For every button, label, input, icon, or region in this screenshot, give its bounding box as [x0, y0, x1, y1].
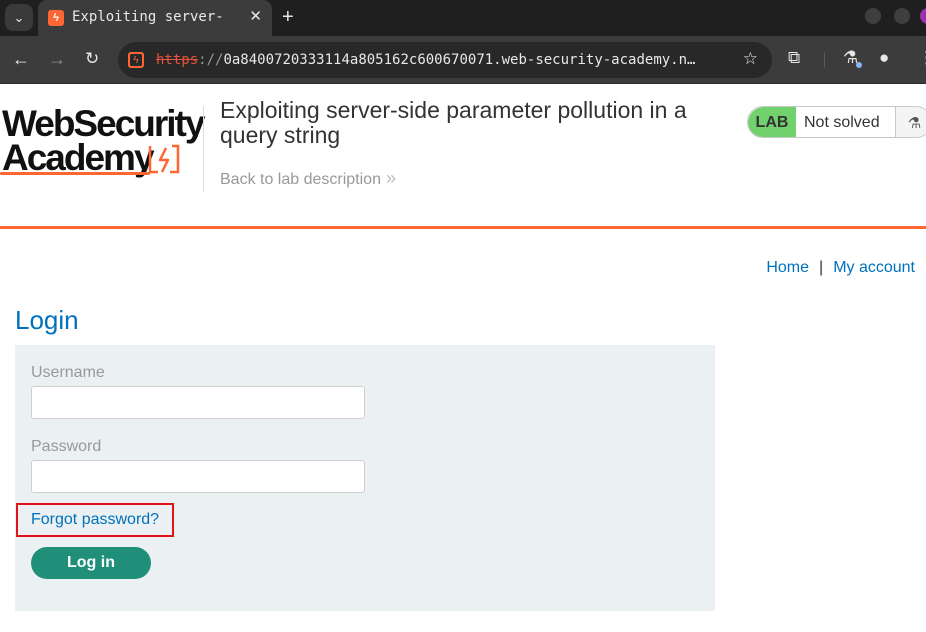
maximize-window-button[interactable]	[894, 8, 910, 24]
lab-status-text: Not solved	[804, 114, 880, 131]
url-scheme: https	[156, 52, 199, 68]
site-info-icon[interactable]: ϟ	[128, 52, 144, 68]
login-form: Username Password Forgot password? Log i…	[15, 345, 715, 611]
web-security-academy-logo[interactable]: WebSecurity Academy	[0, 104, 205, 178]
password-input[interactable]	[31, 460, 365, 493]
log-in-button[interactable]: Log in	[31, 547, 151, 579]
plus-icon[interactable]: +	[282, 5, 294, 29]
reload-icon[interactable]: ↻	[85, 49, 99, 69]
extensions-icon[interactable]: ⧉	[788, 48, 800, 68]
double-chevron-right-icon: »	[386, 168, 397, 188]
browser-tab[interactable]: ϟ Exploiting server- ✕	[38, 0, 272, 36]
star-icon[interactable]: ☆	[743, 49, 758, 69]
my-account-link[interactable]: My account	[833, 259, 915, 276]
logo-lightning-icon	[148, 144, 180, 174]
username-input[interactable]	[31, 386, 365, 419]
password-label: Password	[31, 438, 102, 455]
url-separator: ://	[198, 52, 224, 68]
address-bar[interactable]: ϟ https://0a8400720333114a805162c6006700…	[118, 42, 772, 78]
lab-title: Exploiting server-side parameter polluti…	[220, 97, 687, 148]
menu-icon[interactable]: ⋮	[918, 48, 926, 68]
header-divider	[203, 106, 204, 192]
url-text[interactable]: https://0a8400720333114a805162c600670071…	[156, 52, 732, 68]
back-arrow-icon[interactable]: ←	[12, 49, 30, 69]
close-window-button[interactable]	[920, 8, 926, 24]
nav-separator: |	[819, 259, 824, 276]
account-nav: Home | My account	[766, 259, 915, 277]
username-label: Username	[31, 364, 105, 381]
home-link[interactable]: Home	[766, 259, 809, 276]
minimize-window-button[interactable]	[865, 8, 881, 24]
browser-toolbar: ← → ↻ ϟ https://0a8400720333114a805162c6…	[0, 36, 926, 84]
forgot-password-link[interactable]: Forgot password?	[31, 511, 159, 529]
close-icon[interactable]: ✕	[249, 7, 262, 25]
back-to-lab-description-link[interactable]: Back to lab description	[220, 171, 381, 189]
tab-list-icon[interactable]: ⌄	[5, 4, 33, 31]
favicon-icon: ϟ	[48, 10, 64, 26]
labs-badge-dot	[856, 62, 862, 68]
login-heading: Login	[15, 305, 79, 335]
lab-status-widget: LAB Not solved ⚗	[747, 106, 926, 138]
browser-tab-strip: ⌄ ϟ Exploiting server- ✕ +	[0, 0, 926, 36]
forward-arrow-icon[interactable]: →	[48, 49, 66, 69]
toolbar-divider	[824, 52, 825, 68]
lab-badge: LAB	[748, 107, 796, 137]
header-rule	[0, 226, 926, 229]
flask-icon: ⚗	[895, 107, 926, 137]
logo-underline	[0, 172, 150, 175]
tab-title: Exploiting server-	[72, 9, 224, 25]
url-host: 0a8400720333114a805162c600670071.web-sec…	[223, 52, 696, 68]
profile-icon[interactable]: ●	[879, 48, 889, 68]
